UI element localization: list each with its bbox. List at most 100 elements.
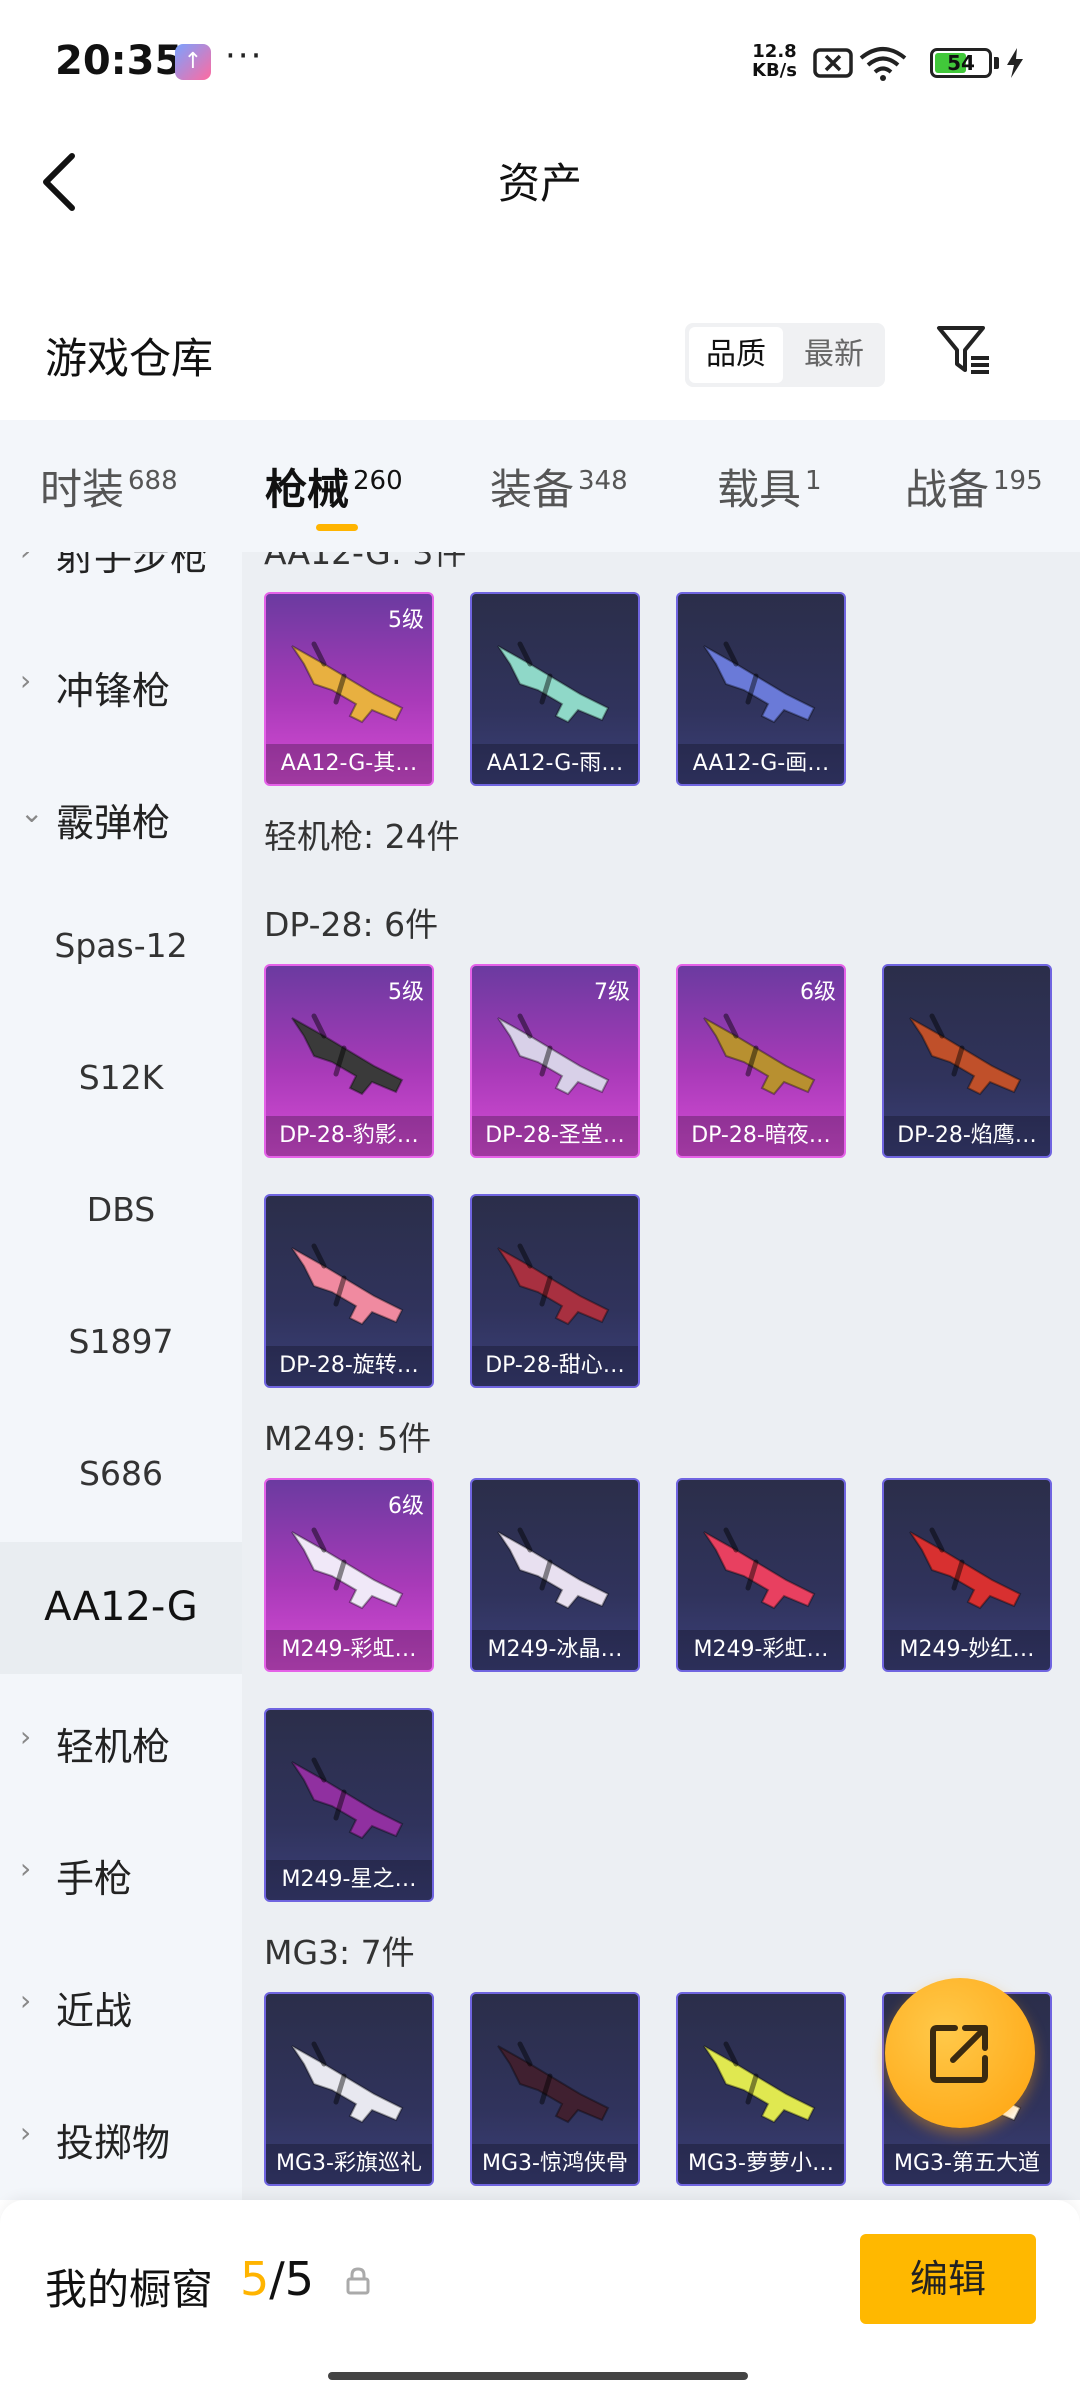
- filter-icon[interactable]: [935, 322, 991, 378]
- weapon-card[interactable]: AA12-G-雨…: [470, 592, 640, 786]
- weapon-skin-icon: [291, 1527, 404, 1610]
- showcase-count-total: /5: [269, 2252, 315, 2306]
- section-title-lmg: 轻机枪: 24件: [264, 817, 460, 856]
- sidebar-item-dbs[interactable]: DBS: [0, 1146, 242, 1278]
- sidebar-item-pistol[interactable]: › 手枪: [0, 1806, 242, 1938]
- sidebar-item-melee[interactable]: › 近战: [0, 1938, 242, 2070]
- sidebar-item-label: DBS: [86, 1190, 156, 1229]
- sidebar-item-label: 霰弹枪: [56, 801, 171, 845]
- charging-icon: [1007, 48, 1023, 78]
- sidebar-item-smg[interactable]: › 冲锋枪: [0, 618, 242, 750]
- weapon-card[interactable]: 6级 M249-彩虹…: [264, 1478, 434, 1672]
- weapon-card[interactable]: AA12-G-画…: [676, 592, 846, 786]
- chevron-right-icon: ›: [20, 552, 31, 567]
- weapon-skin-icon: [291, 1013, 404, 1096]
- tab-label: 枪械: [265, 465, 350, 514]
- sort-newest-button[interactable]: 最新: [787, 327, 881, 383]
- sidebar-item-label: 轻机枪: [56, 1725, 171, 1769]
- top-nav: 资产: [0, 130, 1080, 230]
- tab-label: 时装: [40, 465, 125, 514]
- weapon-skin-icon: [291, 2041, 404, 2124]
- weapon-name: AA12-G-雨…: [472, 744, 638, 784]
- tab-count: 688: [128, 466, 178, 496]
- weapon-skin-icon: [291, 1243, 404, 1326]
- weapon-card[interactable]: 6级 DP-28-暗夜…: [676, 964, 846, 1158]
- section-title-m249: M249: 5件: [264, 1419, 432, 1458]
- weapon-level: 6级: [388, 1494, 424, 1519]
- weapon-card[interactable]: M249-妙红…: [882, 1478, 1052, 1672]
- sidebar-item-aa12g[interactable]: AA12-G: [0, 1542, 242, 1674]
- tab-count: 348: [578, 466, 628, 496]
- weapon-skin-icon: [703, 641, 816, 724]
- weapon-card[interactable]: M249-星之…: [264, 1708, 434, 1902]
- weapon-skin-icon: [909, 1527, 1022, 1610]
- weapon-name: MG3-彩旗巡礼: [266, 2144, 432, 2184]
- weapon-skin-icon: [497, 1013, 610, 1096]
- sort-toggle: 品质 最新: [685, 323, 885, 387]
- share-external-icon: [930, 2025, 988, 2083]
- weapon-name: M249-妙红…: [884, 1630, 1050, 1670]
- chevron-right-icon: ›: [20, 1720, 32, 1753]
- sidebar-item-shotgun[interactable]: ⌄ 霰弹枪: [0, 750, 242, 882]
- more-notifications-icon: ···: [225, 36, 264, 76]
- weapon-card[interactable]: MG3-萝萝小…: [676, 1992, 846, 2186]
- weapon-name: AA12-G-其…: [266, 744, 432, 784]
- weapon-name: MG3-萝萝小…: [678, 2144, 844, 2184]
- weapon-skin-icon: [291, 641, 404, 724]
- weapon-card[interactable]: 5级 DP-28-豹影…: [264, 964, 434, 1158]
- weapon-card[interactable]: 5级 AA12-G-其…: [264, 592, 434, 786]
- sidebar-item-label: 射手步枪: [56, 552, 209, 579]
- weapon-card[interactable]: 7级 DP-28-圣堂…: [470, 964, 640, 1158]
- sidebar-item-s686[interactable]: S686: [0, 1410, 242, 1542]
- network-speed-unit: KB/s: [752, 60, 797, 81]
- weapon-card[interactable]: M249-彩虹…: [676, 1478, 846, 1672]
- weapon-level: 5级: [388, 608, 424, 633]
- active-tab-indicator: [316, 524, 358, 531]
- edit-button[interactable]: 编辑: [860, 2234, 1036, 2324]
- tab-supplies[interactable]: 战备 195: [905, 456, 1043, 517]
- sidebar-item-marksman[interactable]: › 射手步枪: [0, 552, 242, 618]
- sidebar-item-label: 冲锋枪: [56, 669, 171, 713]
- weapon-skin-icon: [909, 1013, 1022, 1096]
- weapon-skin-icon: [703, 1013, 816, 1096]
- sidebar-item-throwable[interactable]: › 投掷物: [0, 2070, 242, 2200]
- weapon-card[interactable]: M249-冰晶…: [470, 1478, 640, 1672]
- chevron-right-icon: ›: [20, 1852, 32, 1885]
- weapon-card[interactable]: MG3-彩旗巡礼: [264, 1992, 434, 2186]
- sidebar-item-label: 手枪: [56, 1857, 133, 1901]
- showcase-bar: 我的橱窗 5/5 编辑: [0, 2200, 1080, 2400]
- weapon-card[interactable]: DP-28-甜心…: [470, 1194, 640, 1388]
- weapon-name: MG3-第五大道: [884, 2144, 1050, 2184]
- weapon-card[interactable]: MG3-惊鸿侠骨: [470, 1992, 640, 2186]
- weapon-card[interactable]: DP-28-焰鹰…: [882, 964, 1052, 1158]
- sidebar-item-label: S686: [79, 1454, 163, 1493]
- chevron-right-icon: ›: [20, 1984, 32, 2017]
- weapon-card[interactable]: DP-28-旋转…: [264, 1194, 434, 1388]
- page-title: 资产: [497, 159, 582, 208]
- weapon-level: 7级: [594, 980, 630, 1005]
- tab-fashion[interactable]: 时装 688: [40, 456, 178, 517]
- tab-firearms[interactable]: 枪械 260: [265, 456, 403, 517]
- status-bar: 20:35 ↑ ··· 12.8 KB/s 54: [0, 0, 1080, 130]
- showcase-label: 我的橱窗: [45, 2265, 214, 2314]
- tab-vehicles[interactable]: 载具 1: [717, 456, 822, 517]
- weapon-skin-icon: [497, 641, 610, 724]
- sidebar-item-s12k[interactable]: S12K: [0, 1014, 242, 1146]
- share-fab[interactable]: [885, 1978, 1035, 2128]
- sidebar-item-label: AA12-G: [44, 1584, 198, 1630]
- sidebar-item-label: Spas-12: [54, 926, 188, 965]
- home-indicator[interactable]: [328, 2372, 748, 2380]
- tab-label: 战备: [905, 465, 990, 514]
- sidebar-item-s1897[interactable]: S1897: [0, 1278, 242, 1410]
- warehouse-title: 游戏仓库: [45, 334, 214, 383]
- weapon-skin-icon: [291, 1757, 404, 1840]
- showcase-count: 5/5: [240, 2252, 314, 2306]
- sidebar-item-lmg[interactable]: › 轻机枪: [0, 1674, 242, 1806]
- weapon-name: DP-28-甜心…: [472, 1346, 638, 1386]
- sidebar-item-label: 投掷物: [56, 2121, 171, 2165]
- tab-equipment[interactable]: 装备 348: [490, 456, 628, 517]
- section-title-aa12g: AA12-G: 3件: [264, 552, 467, 572]
- sidebar-item-spas12[interactable]: Spas-12: [0, 882, 242, 1014]
- sort-quality-button[interactable]: 品质: [689, 327, 783, 383]
- weapon-category-sidebar: › 射手步枪 › 冲锋枪 ⌄ 霰弹枪 Spas-12 S12K DBS S189…: [0, 552, 242, 2200]
